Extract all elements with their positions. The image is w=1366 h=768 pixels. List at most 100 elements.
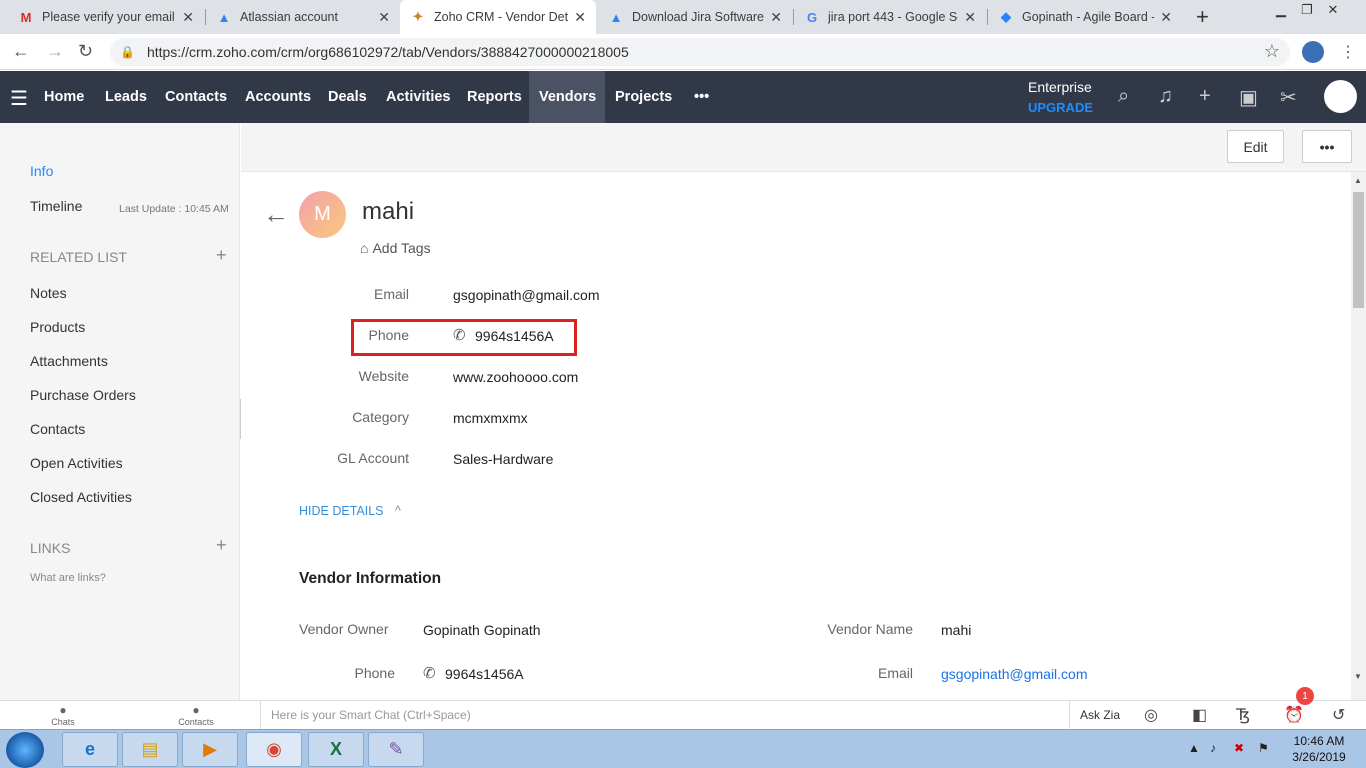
user-avatar[interactable]	[1324, 80, 1357, 113]
nav-home[interactable]: Home	[34, 71, 94, 123]
excel-icon[interactable]: X	[308, 732, 364, 767]
system-clock[interactable]: 10:46 AM 3/26/2019	[1284, 733, 1354, 765]
last-update-text: Last Update : 10:45 AM	[119, 203, 229, 215]
close-tab-icon[interactable]: ✕	[770, 9, 782, 26]
sidebar-item-notes[interactable]: Notes	[30, 285, 67, 301]
field-value-phone[interactable]: 9964s1456A	[475, 328, 554, 344]
field-value-category[interactable]: mcmxmxmx	[453, 410, 528, 426]
search-icon[interactable]: ⌕	[1118, 85, 1129, 108]
nav-activities[interactable]: Activities	[376, 71, 460, 123]
history-icon[interactable]: ↺	[1332, 705, 1345, 725]
close-tab-icon[interactable]: ✕	[182, 9, 194, 26]
scroll-thumb[interactable]	[1353, 192, 1364, 308]
internet-explorer-icon[interactable]: e	[62, 732, 118, 767]
vendor-phone-value[interactable]: 9964s1456A	[445, 666, 524, 682]
back-arrow-icon[interactable]: ←	[263, 199, 289, 230]
minimize-icon[interactable]: ▁	[1270, 2, 1292, 18]
close-tab-icon[interactable]: ✕	[574, 9, 586, 26]
volume-icon[interactable]: ♪	[1210, 741, 1216, 755]
reload-icon[interactable]: ↻	[78, 41, 93, 62]
field-value-gl-account[interactable]: Sales-Hardware	[453, 451, 553, 467]
close-tab-icon[interactable]: ✕	[1160, 9, 1172, 26]
translate-icon[interactable]: Ꜩ	[1236, 705, 1250, 725]
show-hidden-icons-icon[interactable]: ▲	[1188, 741, 1200, 755]
feedback-icon[interactable]: ◧	[1192, 705, 1207, 725]
vendor-owner-value[interactable]: Gopinath Gopinath	[423, 622, 541, 638]
nav-vendors[interactable]: Vendors	[529, 71, 605, 123]
sidebar-item-open-activities[interactable]: Open Activities	[30, 455, 123, 471]
nav-accounts[interactable]: Accounts	[235, 71, 321, 123]
profile-avatar[interactable]	[1302, 41, 1324, 63]
add-related-list-icon[interactable]: +	[216, 245, 227, 266]
nav-more-icon[interactable]: •••	[684, 71, 719, 123]
browser-tab-gmail[interactable]: M Please verify your email a ✕	[8, 0, 204, 34]
avatar-letter: M	[314, 203, 331, 225]
hide-details-toggle[interactable]: HIDE DETAILS ^	[299, 504, 401, 518]
close-tab-icon[interactable]: ✕	[964, 9, 976, 26]
what-are-links-link[interactable]: What are links?	[30, 572, 106, 584]
tag-icon: ⌂	[360, 240, 369, 256]
browser-tab-zoho-crm[interactable]: ✦ Zoho CRM - Vendor Det ✕	[400, 0, 596, 34]
bookmark-star-icon[interactable]: ☆	[1264, 41, 1280, 62]
scroll-up-icon[interactable]: ▲	[1354, 176, 1362, 185]
chrome-icon[interactable]: ◉	[246, 732, 302, 767]
sidebar-item-products[interactable]: Products	[30, 319, 85, 335]
add-tags-link[interactable]: ⌂ Add Tags	[360, 240, 431, 256]
alarm-clock-icon[interactable]: ⏰	[1284, 705, 1304, 725]
smart-chat-input[interactable]: Here is your Smart Chat (Ctrl+Space)	[260, 701, 1070, 729]
add-tags-label: Add Tags	[372, 240, 431, 256]
vendor-email-value[interactable]: gsgopinath@gmail.com	[941, 666, 1088, 682]
field-value-email[interactable]: gsgopinath@gmail.com	[453, 287, 600, 303]
file-explorer-icon[interactable]: ▤	[122, 732, 178, 767]
browser-tab-atlassian[interactable]: ▲ Atlassian account ✕	[206, 0, 400, 34]
nav-reports[interactable]: Reports	[457, 71, 532, 123]
sidebar-item-closed-activities[interactable]: Closed Activities	[30, 489, 132, 505]
chats-button[interactable]: ● Chats	[43, 703, 83, 727]
window-close-icon[interactable]: ✕	[1322, 2, 1344, 18]
browser-tab-google[interactable]: G jira port 443 - Google Se ✕	[794, 0, 986, 34]
hamburger-menu-icon[interactable]: ☰	[10, 86, 28, 111]
url-text: https://crm.zoho.com/crm/org686102972/ta…	[146, 44, 629, 60]
create-plus-icon[interactable]: +	[1199, 85, 1211, 108]
vendor-name-value[interactable]: mahi	[941, 622, 971, 638]
maximize-icon[interactable]: ❐	[1296, 2, 1318, 18]
paint-icon[interactable]: ✎	[368, 732, 424, 767]
add-link-icon[interactable]: +	[216, 535, 227, 556]
more-actions-button[interactable]: •••	[1302, 130, 1352, 163]
sidebar-item-attachments[interactable]: Attachments	[30, 353, 108, 369]
windows-start-icon[interactable]	[6, 732, 44, 768]
url-field[interactable]: 🔒 https://crm.zoho.com/crm/org686102972/…	[110, 38, 1290, 66]
nav-deals[interactable]: Deals	[318, 71, 377, 123]
back-icon[interactable]: ←	[12, 41, 30, 62]
sidebar-item-contacts[interactable]: Contacts	[30, 421, 85, 437]
browser-tab-jira-download[interactable]: ▲ Download Jira Software S ✕	[598, 0, 792, 34]
new-tab-icon[interactable]: +	[1196, 4, 1209, 30]
atlassian-icon: ▲	[609, 9, 623, 25]
action-center-icon[interactable]: ⚑	[1258, 741, 1269, 755]
nav-leads[interactable]: Leads	[95, 71, 157, 123]
vendor-owner-label: Vendor Owner	[299, 621, 389, 637]
network-error-icon[interactable]: ✖	[1234, 741, 1244, 755]
chats-label: Chats	[51, 717, 75, 727]
upgrade-link[interactable]: UPGRADE	[1028, 100, 1093, 115]
media-player-icon[interactable]: ▶	[182, 732, 238, 767]
browser-tab-agile-board[interactable]: ◆ Gopinath - Agile Board - ✕	[988, 0, 1182, 34]
sidebar-info[interactable]: Info	[30, 163, 53, 179]
main-scrollbar[interactable]: ▲ ▼	[1351, 172, 1366, 700]
forward-icon[interactable]: →	[46, 41, 64, 62]
sidebar-timeline[interactable]: Timeline	[30, 198, 82, 214]
contacts-button[interactable]: ● Contacts	[176, 703, 216, 727]
close-tab-icon[interactable]: ✕	[378, 9, 390, 26]
scroll-down-icon[interactable]: ▼	[1354, 672, 1362, 681]
ask-zia-button[interactable]: Ask Zia	[1080, 708, 1120, 722]
nav-projects[interactable]: Projects	[605, 71, 682, 123]
gamepad-icon[interactable]: ◎	[1144, 705, 1158, 725]
edit-button[interactable]: Edit	[1227, 130, 1284, 163]
browser-menu-icon[interactable]: ⋮	[1340, 42, 1356, 62]
notification-bell-icon[interactable]: ♫	[1158, 85, 1173, 108]
field-value-website[interactable]: www.zoohoooo.com	[453, 369, 578, 385]
setup-tools-icon[interactable]: ✂	[1280, 85, 1297, 110]
calendar-icon[interactable]: ▣	[1239, 85, 1258, 110]
sidebar-item-purchase-orders[interactable]: Purchase Orders	[30, 387, 136, 403]
nav-contacts[interactable]: Contacts	[155, 71, 237, 123]
